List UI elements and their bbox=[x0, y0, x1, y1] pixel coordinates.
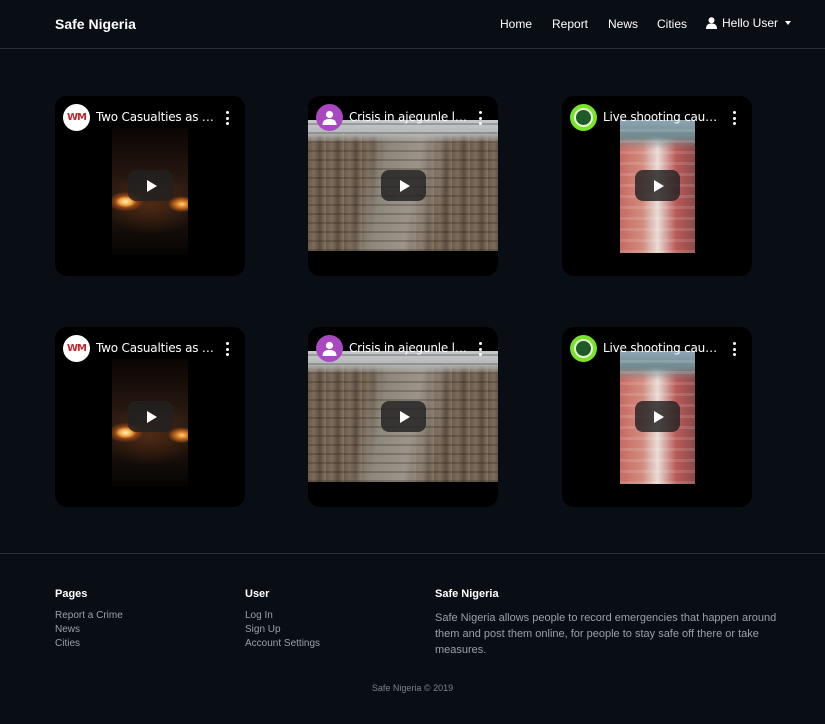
person-icon bbox=[322, 110, 337, 125]
brand-logo[interactable]: Safe Nigeria bbox=[55, 16, 136, 32]
video-title[interactable]: Two Casualties as F... bbox=[96, 110, 214, 124]
footer-link-account-settings[interactable]: Account Settings bbox=[245, 638, 320, 649]
footer-link-sign-up[interactable]: Sign Up bbox=[245, 624, 281, 635]
nav-report[interactable]: Report bbox=[552, 17, 588, 31]
video-card[interactable]: WM Two Casualties as F... bbox=[55, 96, 245, 276]
footer-link-report-crime[interactable]: Report a Crime bbox=[55, 610, 123, 621]
channel-avatar[interactable]: WM bbox=[63, 335, 90, 362]
video-title[interactable]: Live shooting caugh... bbox=[603, 341, 721, 355]
footer-link-log-in[interactable]: Log In bbox=[245, 610, 273, 621]
video-card[interactable]: Live shooting caugh... bbox=[562, 96, 752, 276]
video-title[interactable]: Crisis in ajegunle la... bbox=[349, 341, 467, 355]
footer-about-heading: Safe Nigeria bbox=[435, 588, 499, 600]
footer-pages-heading: Pages bbox=[55, 588, 88, 600]
more-options-icon[interactable] bbox=[732, 342, 736, 356]
footer-link-news[interactable]: News bbox=[55, 624, 80, 635]
copyright: Safe Nigeria © 2019 bbox=[371, 683, 454, 693]
caret-down-icon bbox=[785, 21, 792, 25]
play-button[interactable] bbox=[635, 170, 680, 201]
more-options-icon[interactable] bbox=[478, 342, 482, 356]
user-icon bbox=[706, 17, 717, 29]
video-title[interactable]: Live shooting caugh... bbox=[603, 110, 721, 124]
channel-avatar[interactable] bbox=[570, 104, 597, 131]
video-title[interactable]: Crisis in ajegunle la... bbox=[349, 110, 467, 124]
play-button[interactable] bbox=[128, 170, 173, 201]
more-options-icon[interactable] bbox=[225, 342, 229, 356]
video-card[interactable]: Crisis in ajegunle la... bbox=[308, 327, 498, 507]
play-button[interactable] bbox=[381, 170, 426, 201]
play-icon bbox=[653, 179, 664, 192]
channel-avatar[interactable] bbox=[316, 104, 343, 131]
video-card[interactable]: Crisis in ajegunle la... bbox=[308, 96, 498, 276]
channel-avatar[interactable] bbox=[570, 335, 597, 362]
play-button[interactable] bbox=[381, 401, 426, 432]
more-options-icon[interactable] bbox=[225, 111, 229, 125]
footer-user-heading: User bbox=[245, 588, 270, 600]
footer-link-cities[interactable]: Cities bbox=[55, 638, 80, 649]
footer-about-text: Safe Nigeria allows people to record eme… bbox=[435, 612, 777, 656]
play-icon bbox=[653, 410, 664, 423]
play-icon bbox=[146, 179, 157, 192]
more-options-icon[interactable] bbox=[732, 111, 736, 125]
nav-home[interactable]: Home bbox=[500, 17, 532, 31]
user-label: Hello User bbox=[722, 16, 779, 30]
play-icon bbox=[399, 179, 410, 192]
video-card[interactable]: Live shooting caugh... bbox=[562, 327, 752, 507]
play-icon bbox=[146, 410, 157, 423]
play-icon bbox=[399, 410, 410, 423]
channel-logo: WM bbox=[67, 343, 87, 354]
channel-avatar[interactable]: WM bbox=[63, 104, 90, 131]
person-icon bbox=[322, 341, 337, 356]
channel-logo: WM bbox=[67, 112, 87, 123]
video-card[interactable]: WM Two Casualties as F... bbox=[55, 327, 245, 507]
nav-cities[interactable]: Cities bbox=[657, 17, 687, 31]
footer: Pages Report a Crime News Cities User Lo… bbox=[0, 553, 825, 724]
more-options-icon[interactable] bbox=[478, 111, 482, 125]
channel-avatar[interactable] bbox=[316, 335, 343, 362]
green-badge-icon bbox=[574, 108, 593, 127]
user-dropdown[interactable]: Hello User bbox=[706, 16, 792, 30]
video-title[interactable]: Two Casualties as F... bbox=[96, 341, 214, 355]
navbar: Safe Nigeria Home Report News Cities Hel… bbox=[0, 0, 825, 49]
play-button[interactable] bbox=[128, 401, 173, 432]
play-button[interactable] bbox=[635, 401, 680, 432]
nav-news[interactable]: News bbox=[608, 17, 638, 31]
green-badge-icon bbox=[574, 339, 593, 358]
